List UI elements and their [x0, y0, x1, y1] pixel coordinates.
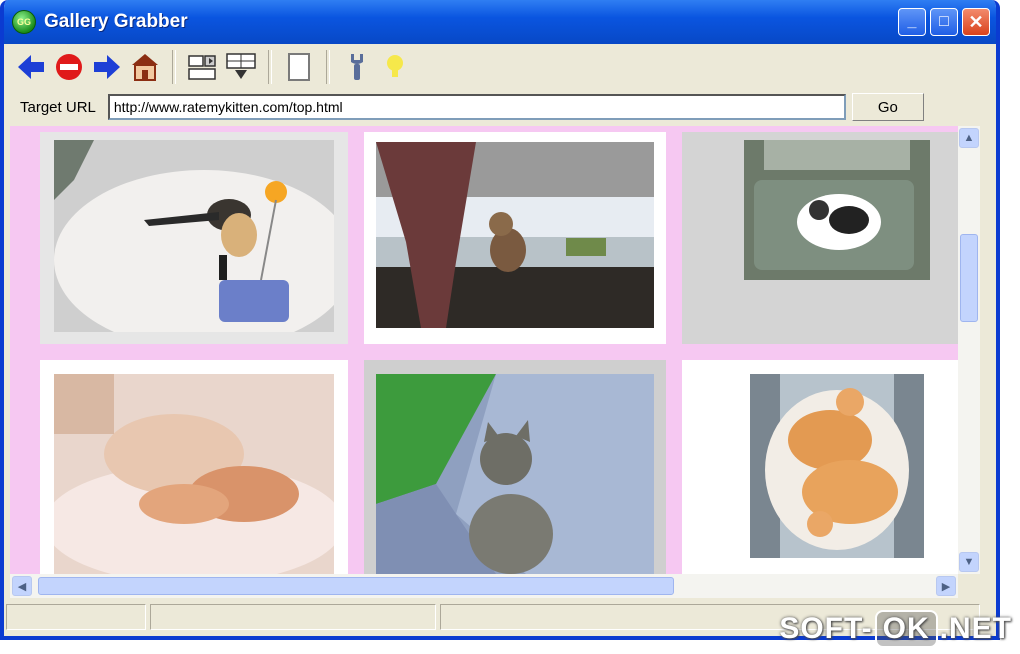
home-button[interactable]: [126, 48, 164, 86]
thumbnail-gallery[interactable]: [10, 126, 958, 574]
horizontal-scroll-thumb[interactable]: [38, 577, 674, 595]
download-grid-button[interactable]: [222, 48, 260, 86]
url-bar: Target URL Go: [4, 90, 996, 124]
go-button[interactable]: Go: [851, 93, 924, 121]
gallery-cell[interactable]: [682, 132, 958, 344]
lightbulb-icon: [387, 55, 403, 77]
close-button[interactable]: ✕: [962, 8, 990, 36]
tips-button[interactable]: [376, 48, 414, 86]
status-panel: [6, 604, 146, 630]
toolbar-separator: [326, 50, 330, 84]
download-grid-icon: [226, 53, 256, 79]
maximize-button[interactable]: □: [930, 8, 958, 36]
layout-button[interactable]: [184, 48, 222, 86]
toolbar: [4, 44, 996, 90]
kittens-in-sink[interactable]: [744, 140, 930, 280]
gallery-cell[interactable]: [364, 360, 666, 574]
kitten-on-windowsill[interactable]: [376, 142, 654, 328]
watermark: SOFT- OK .NET: [779, 610, 1012, 648]
blank-page-button[interactable]: [280, 48, 318, 86]
scroll-right-button[interactable]: ▶: [936, 576, 956, 596]
app-logo-icon: GG: [12, 10, 36, 34]
toolbar-separator: [172, 50, 176, 84]
blank-page-icon: [288, 53, 310, 81]
ginger-kittens-in-bowl[interactable]: [750, 374, 924, 558]
stop-icon: [56, 54, 82, 80]
toolbar-separator: [268, 50, 272, 84]
minimize-button[interactable]: _: [898, 8, 926, 36]
wrench-icon: [351, 54, 363, 80]
title-bar[interactable]: GG Gallery Grabber _ □ ✕: [4, 0, 996, 44]
horizontal-scrollbar[interactable]: ◀ ▶: [10, 574, 958, 598]
target-url-label: Target URL: [20, 98, 96, 116]
vertical-scrollbar[interactable]: ▲ ▼: [958, 126, 980, 574]
watermark-left: SOFT-: [779, 612, 873, 645]
scroll-down-button[interactable]: ▼: [959, 552, 979, 572]
status-panel: [150, 604, 436, 630]
stop-button[interactable]: [50, 48, 88, 86]
vertical-scroll-thumb[interactable]: [960, 234, 978, 322]
gallery-cell[interactable]: [682, 360, 958, 574]
home-icon: [132, 54, 158, 81]
forward-arrow-icon: [94, 55, 120, 79]
gallery-cell[interactable]: [364, 132, 666, 344]
kitten-playing-with-toy[interactable]: [54, 140, 334, 332]
scroll-left-button[interactable]: ◀: [12, 576, 32, 596]
back-arrow-icon: [18, 55, 44, 79]
scroll-up-button[interactable]: ▲: [959, 128, 979, 148]
settings-button[interactable]: [338, 48, 376, 86]
watermark-right: .NET: [939, 612, 1012, 645]
gallery-cell[interactable]: [40, 132, 348, 344]
sleeping-ginger-kittens[interactable]: [54, 374, 334, 574]
layout-columns-icon: [188, 55, 216, 80]
tabby-kitten-on-blanket[interactable]: [376, 374, 654, 574]
target-url-input[interactable]: [107, 94, 846, 120]
forward-button[interactable]: [88, 48, 126, 86]
window-title: Gallery Grabber: [44, 11, 188, 32]
gallery-cell[interactable]: [40, 360, 348, 574]
watermark-ok: OK: [874, 610, 938, 648]
back-button[interactable]: [12, 48, 50, 86]
